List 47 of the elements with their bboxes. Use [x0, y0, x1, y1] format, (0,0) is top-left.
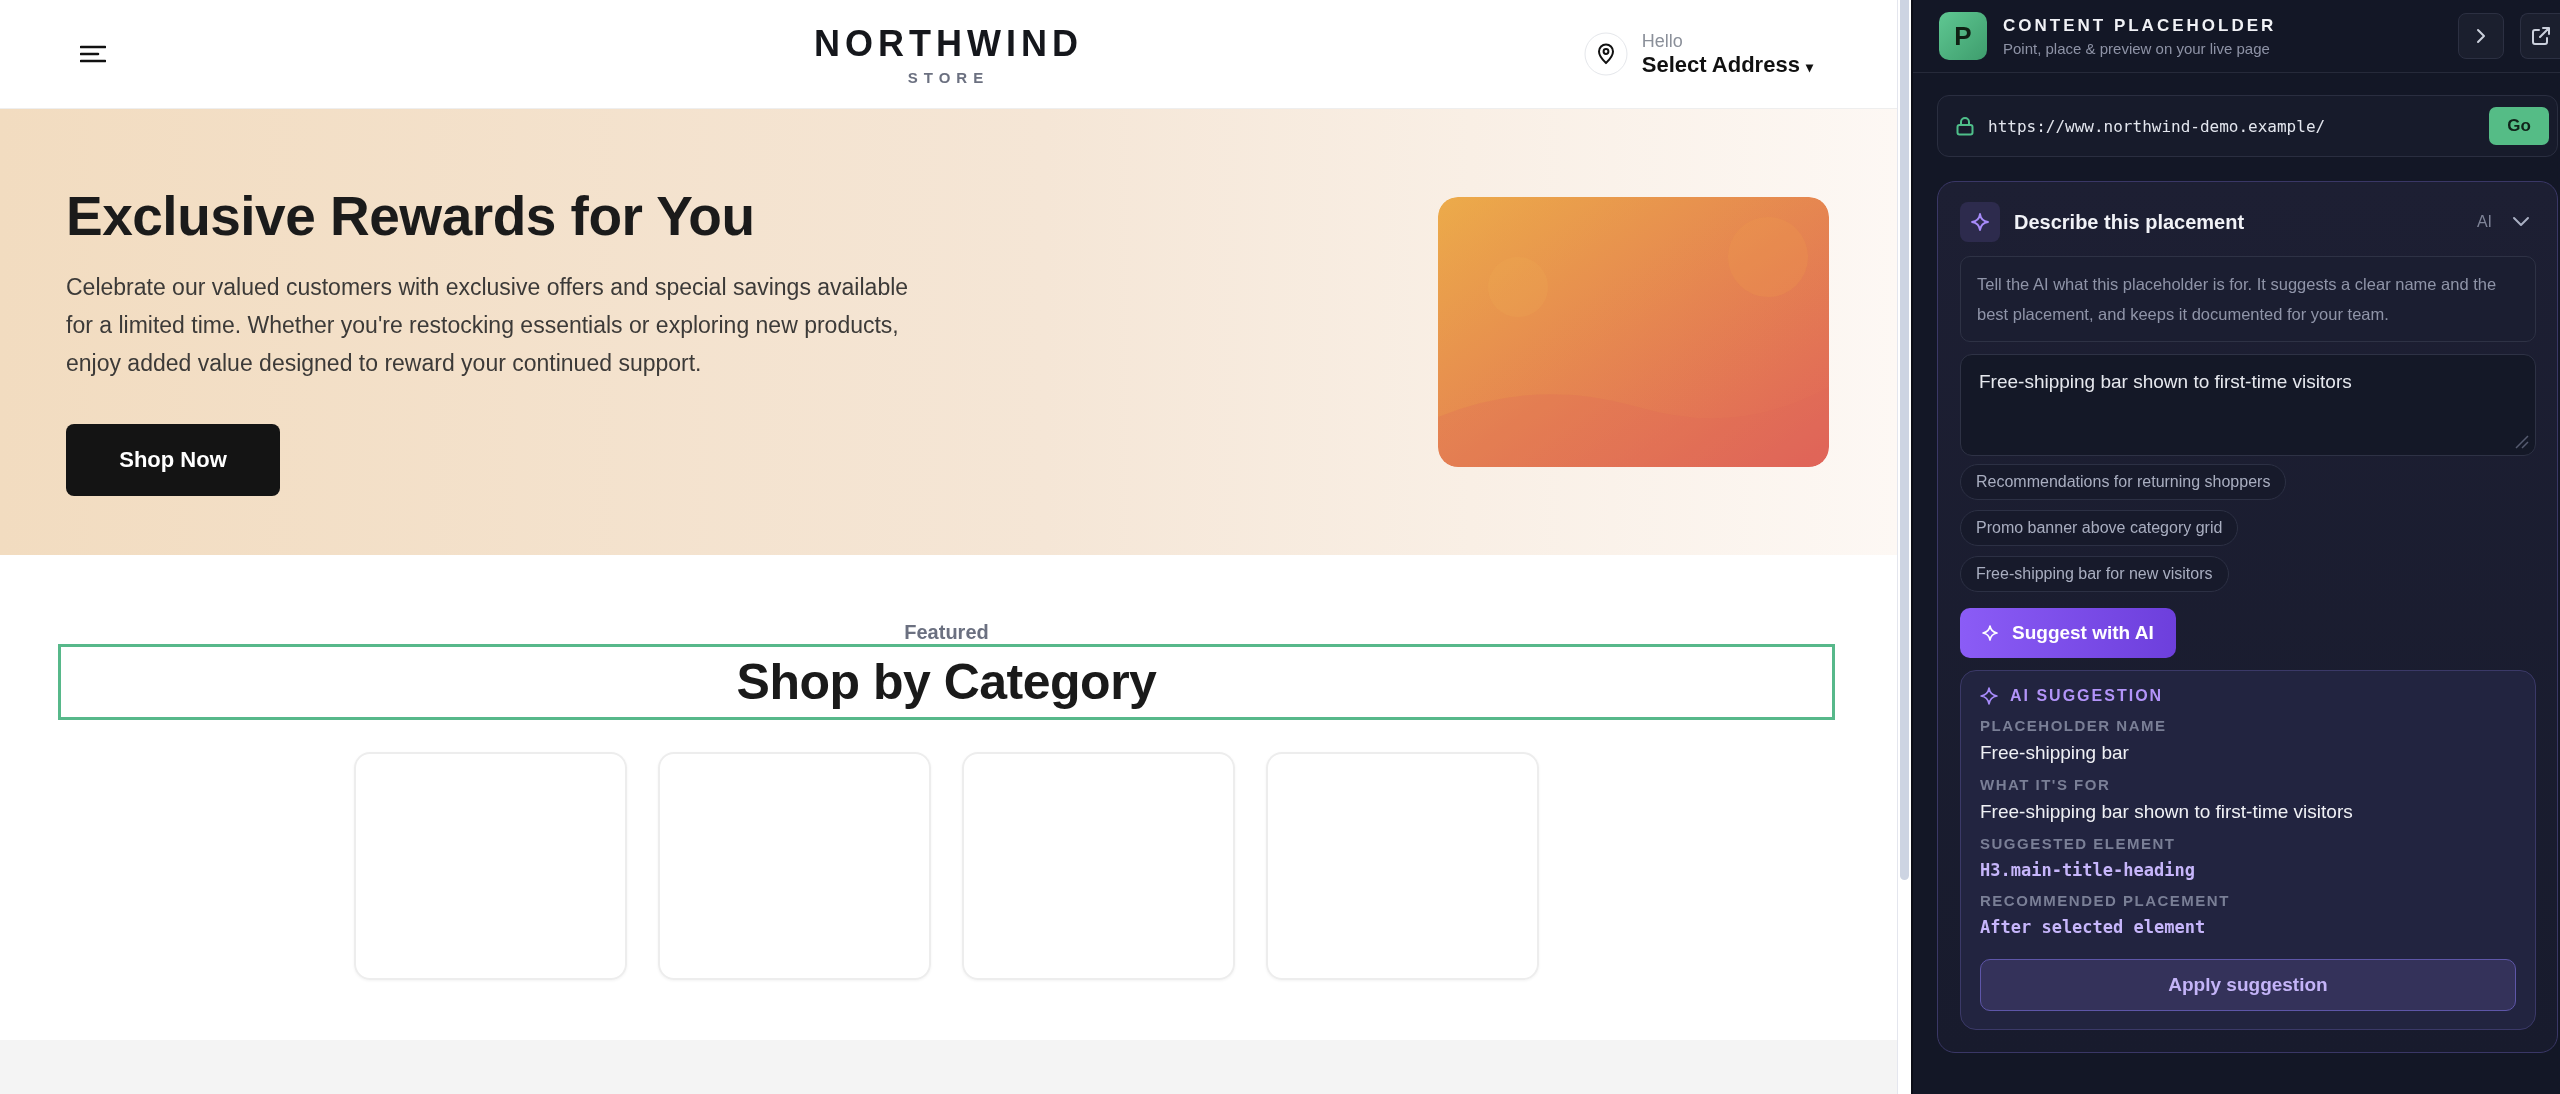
suggestion-chip[interactable]: Promo banner above category grid — [1960, 510, 2239, 546]
shop-now-button[interactable]: Shop Now — [66, 424, 280, 496]
section-eyebrow: Featured — [904, 621, 989, 644]
field-code-value: H3.main-title-heading — [1980, 860, 2196, 880]
chevron-icon[interactable] — [2512, 216, 2530, 228]
suggest-with-ai-button[interactable]: Suggest with AI — [1960, 608, 2176, 658]
suggestion-chip[interactable]: Recommendations for returning shoppers — [1960, 464, 2287, 500]
info-text: Tell the AI what this placeholder is for. It suggests a clear name and the best placement, and keeps it documented for your team. — [1960, 256, 2536, 342]
open-external-button[interactable] — [2520, 13, 2560, 59]
suggestion-chip[interactable]: Free-shipping bar for new visitors — [1960, 556, 2229, 592]
resize-handle-icon[interactable] — [2515, 435, 2529, 449]
external-link-icon — [2531, 26, 2551, 46]
field-label: SUGGESTED ELEMENT — [1980, 835, 2177, 852]
menu-icon[interactable] — [80, 45, 106, 63]
description-field[interactable]: Free-shipping bar shown to first-time visitors — [1960, 354, 2536, 456]
section-title: Describe this placement — [2014, 210, 2246, 234]
url-field[interactable]: https://www.northwind-demo.example/ Go — [1937, 95, 2558, 157]
hero-title: Exclusive Rewards for You — [66, 184, 756, 248]
field-label: PLACEHOLDER NAME — [1980, 717, 2168, 734]
lock-icon — [1956, 116, 1974, 136]
app-logo: P — [1939, 12, 1987, 60]
hero-text: Celebrate our valued customers with exclusive offers and special savings available for a limited time. Whether you're restocking essentials or exploring new products, enjoy added value designed to reward your continued support. — [66, 273, 910, 378]
store-logo[interactable]: NORTHWIND — [814, 22, 1083, 65]
ai-label: AI — [2476, 213, 2492, 231]
sparkle-icon — [1982, 625, 1998, 641]
field-label: RECOMMENDED PLACEMENT — [1980, 892, 2231, 909]
apply-suggestion-button[interactable]: Apply suggestion — [1980, 959, 2516, 1011]
store-logo-subtitle: STORE — [907, 68, 990, 86]
sparkle-icon — [1980, 687, 1998, 705]
sparkle-icon — [1960, 202, 2000, 242]
field-code-value: After selected element — [1980, 917, 2207, 937]
address-selector[interactable]: Select Address ▾ — [1641, 51, 1813, 78]
go-button[interactable]: Go — [2489, 107, 2549, 145]
field-value: Free-shipping bar — [1980, 742, 2130, 764]
panel-subtitle: Point, place & preview on your live page — [2003, 39, 2271, 57]
greeting-text: Hello — [1641, 30, 1684, 52]
suggestion-heading: AI SUGGESTION — [2010, 687, 2164, 705]
field-label: WHAT IT'S FOR — [1980, 776, 2112, 793]
collapse-button[interactable] — [2458, 13, 2504, 59]
chevron-right-icon — [2474, 28, 2488, 44]
description-text: Free-shipping bar shown to first-time visitors — [1979, 371, 2352, 392]
url-text: https://www.northwind-demo.example/ — [1988, 116, 2327, 136]
section-heading[interactable]: Shop by Category — [58, 644, 1835, 720]
field-value: Free-shipping bar shown to first-time visitors — [1980, 801, 2354, 823]
panel-title: CONTENT PLACEHOLDER — [2003, 15, 2278, 36]
scrollbar-thumb[interactable] — [1900, 0, 1909, 880]
location-pin-icon[interactable] — [1583, 32, 1628, 76]
